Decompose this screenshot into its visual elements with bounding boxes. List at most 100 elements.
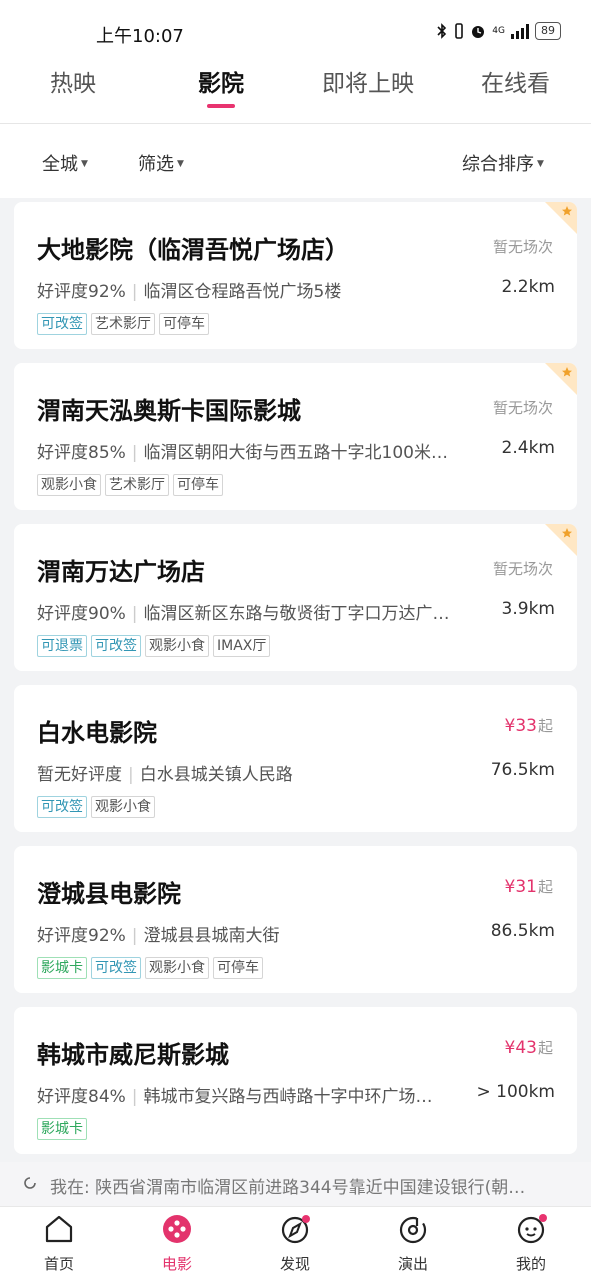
vibrate-icon (455, 23, 464, 39)
cinema-rating: 好评度85% (37, 443, 126, 463)
active-tab-indicator (207, 104, 235, 108)
tag-rebook: 可改签 (91, 635, 141, 657)
cinema-rating: 好评度84% (37, 1087, 126, 1107)
screening-filter[interactable]: 筛选 ▼ (138, 150, 184, 176)
sort-filter[interactable]: 综合排序 ▼ (462, 150, 544, 176)
cinema-info: 暂无好评度 | 白水县城关镇人民路 (37, 760, 467, 785)
caret-down-icon: ▼ (537, 159, 544, 169)
info-separator: | (131, 282, 138, 302)
network-type: 4G (492, 26, 505, 36)
info-separator: | (128, 765, 134, 785)
nav-home-label: 首页 (43, 1255, 74, 1273)
favorite-star-icon (545, 524, 577, 556)
filter-bar: 全城 ▼ 筛选 ▼ 综合排序 ▼ (0, 124, 591, 198)
price-suffix: 起 (537, 717, 553, 735)
nav-mine-label: 我的 (515, 1255, 546, 1273)
session-status: 暂无场次 (492, 399, 553, 417)
nav-movie[interactable]: 电影 (118, 1207, 236, 1280)
sort-filter-label: 综合排序 (462, 154, 534, 175)
tag-rebook: 可改签 (37, 313, 87, 335)
tag-snacks: 观影小食 (37, 474, 101, 496)
nav-shows-label: 演出 (397, 1255, 428, 1273)
favorite-star-icon (545, 363, 577, 395)
tab-watch-online[interactable]: 在线看 (481, 64, 550, 98)
info-separator: | (131, 604, 138, 624)
tag-rebook: 可改签 (37, 796, 87, 818)
session-status: 暂无场次 (492, 560, 553, 578)
cinema-distance: > 100km (476, 1082, 555, 1102)
bluetooth-icon (437, 23, 447, 39)
nav-discover[interactable]: 发现 (236, 1207, 354, 1280)
nav-movie-label: 电影 (161, 1255, 192, 1273)
tag-cinema-card: 影城卡 (37, 1118, 87, 1140)
tag-snacks: 观影小食 (145, 957, 209, 979)
cinema-name: 大地影院（临渭吾悦广场店） (37, 236, 349, 264)
cinema-tags: 可退票 可改签 观影小食 IMAX厅 (37, 635, 271, 657)
cinema-address: 临渭区仓程路吾悦广场5楼 (143, 282, 342, 302)
cinema-info: 好评度92% | 澄城县县城南大街 (37, 921, 467, 946)
city-filter[interactable]: 全城 ▼ (42, 150, 88, 176)
refresh-location-icon[interactable] (22, 1175, 38, 1191)
tag-art-hall: 艺术影厅 (105, 474, 169, 496)
price-value: ¥33 (504, 716, 537, 736)
battery-indicator: 89 (535, 22, 561, 40)
cinema-info: 好评度84% | 韩城市复兴路与西峙路十字中环广场… (37, 1082, 467, 1107)
cinema-distance: 86.5km (490, 921, 555, 941)
nav-mine[interactable]: 我的 (472, 1207, 590, 1280)
caret-down-icon: ▼ (81, 159, 88, 169)
cinema-address: 澄城县县城南大街 (143, 926, 280, 946)
tag-parking: 可停车 (173, 474, 223, 496)
cinema-price: ¥43起 (505, 1037, 553, 1058)
current-location-bar[interactable]: 我在: 陕西省渭南市临渭区前进路344号靠近中国建设银行(朝… (0, 1162, 591, 1206)
cinema-card[interactable]: 渭南万达广场店 暂无场次 好评度90% | 临渭区新区东路与敬贤街丁字口万达广… 3… (14, 524, 577, 671)
cinema-card[interactable]: 韩城市威尼斯影城 ¥43起 好评度84% | 韩城市复兴路与西峙路十字中环广场… >… (14, 1007, 577, 1154)
tab-coming-soon[interactable]: 即将上映 (322, 64, 414, 98)
status-icons: 4G 89 (436, 22, 561, 40)
tab-now-showing[interactable]: 热映 (50, 64, 96, 98)
cinema-card[interactable]: 白水电影院 ¥33起 暂无好评度 | 白水县城关镇人民路 76.5km 可改签 观影… (14, 685, 577, 832)
cinema-tags: 可改签 观影小食 (37, 796, 155, 818)
info-separator: | (131, 443, 138, 463)
cinema-distance: 76.5km (490, 760, 555, 780)
city-filter-label: 全城 (42, 154, 78, 175)
tag-rebook: 可改签 (91, 957, 141, 979)
status-bar: 上午10:07 4G 89 (0, 0, 591, 64)
compass-icon (281, 1215, 310, 1244)
tab-cinemas[interactable]: 影院 (198, 64, 244, 98)
profile-face-icon (517, 1214, 547, 1244)
cinema-rating: 好评度90% (37, 604, 126, 624)
top-header: 上午10:07 4G 89 热映 影院 即将上映 在线看 (0, 0, 591, 124)
tag-art-hall: 艺术影厅 (91, 313, 155, 335)
current-location-text: 我在: 陕西省渭南市临渭区前进路344号靠近中国建设银行(朝… (50, 1178, 526, 1198)
tag-parking: 可停车 (213, 957, 263, 979)
tag-cinema-card: 影城卡 (37, 957, 87, 979)
cinema-info: 好评度85% | 临渭区朝阳大街与西五路十字北100米… (37, 438, 467, 463)
cinema-card[interactable]: 大地影院（临渭吾悦广场店） 暂无场次 好评度92% | 临渭区仓程路吾悦广场5楼 2… (14, 202, 577, 349)
tag-snacks: 观影小食 (91, 796, 155, 818)
cinema-info: 好评度90% | 临渭区新区东路与敬贤街丁字口万达广… (37, 599, 467, 624)
cinema-price: ¥33起 (505, 715, 553, 736)
cinema-name: 渭南万达广场店 (37, 558, 205, 586)
cinema-address: 临渭区新区东路与敬贤街丁字口万达广… (143, 604, 450, 624)
cinema-name: 韩城市威尼斯影城 (37, 1041, 229, 1069)
price-suffix: 起 (537, 878, 553, 896)
cinema-name: 澄城县电影院 (37, 880, 181, 908)
cinema-info: 好评度92% | 临渭区仓程路吾悦广场5楼 (37, 277, 467, 302)
caret-down-icon: ▼ (177, 159, 184, 169)
nav-home[interactable]: 首页 (0, 1207, 118, 1280)
tag-snacks: 观影小食 (145, 635, 209, 657)
cinema-tags: 可改签 艺术影厅 可停车 (37, 313, 209, 335)
status-time: 上午10:07 (96, 26, 184, 47)
info-separator: | (131, 1087, 138, 1107)
tag-imax: IMAX厅 (213, 635, 271, 657)
alarm-icon (472, 26, 485, 38)
cinema-card[interactable]: 澄城县电影院 ¥31起 好评度92% | 澄城县县城南大街 86.5km 影城卡 可… (14, 846, 577, 993)
tag-refund: 可退票 (37, 635, 87, 657)
nav-shows[interactable]: 演出 (354, 1207, 472, 1280)
price-value: ¥43 (504, 1038, 537, 1058)
info-separator: | (131, 926, 138, 946)
cinema-card[interactable]: 渭南天泓奥斯卡国际影城 暂无场次 好评度85% | 临渭区朝阳大街与西五路十字北10… (14, 363, 577, 510)
cinema-address: 白水县城关镇人民路 (139, 765, 293, 785)
cinema-tags: 观影小食 艺术影厅 可停车 (37, 474, 223, 496)
cinema-distance: 2.4km (501, 438, 555, 458)
